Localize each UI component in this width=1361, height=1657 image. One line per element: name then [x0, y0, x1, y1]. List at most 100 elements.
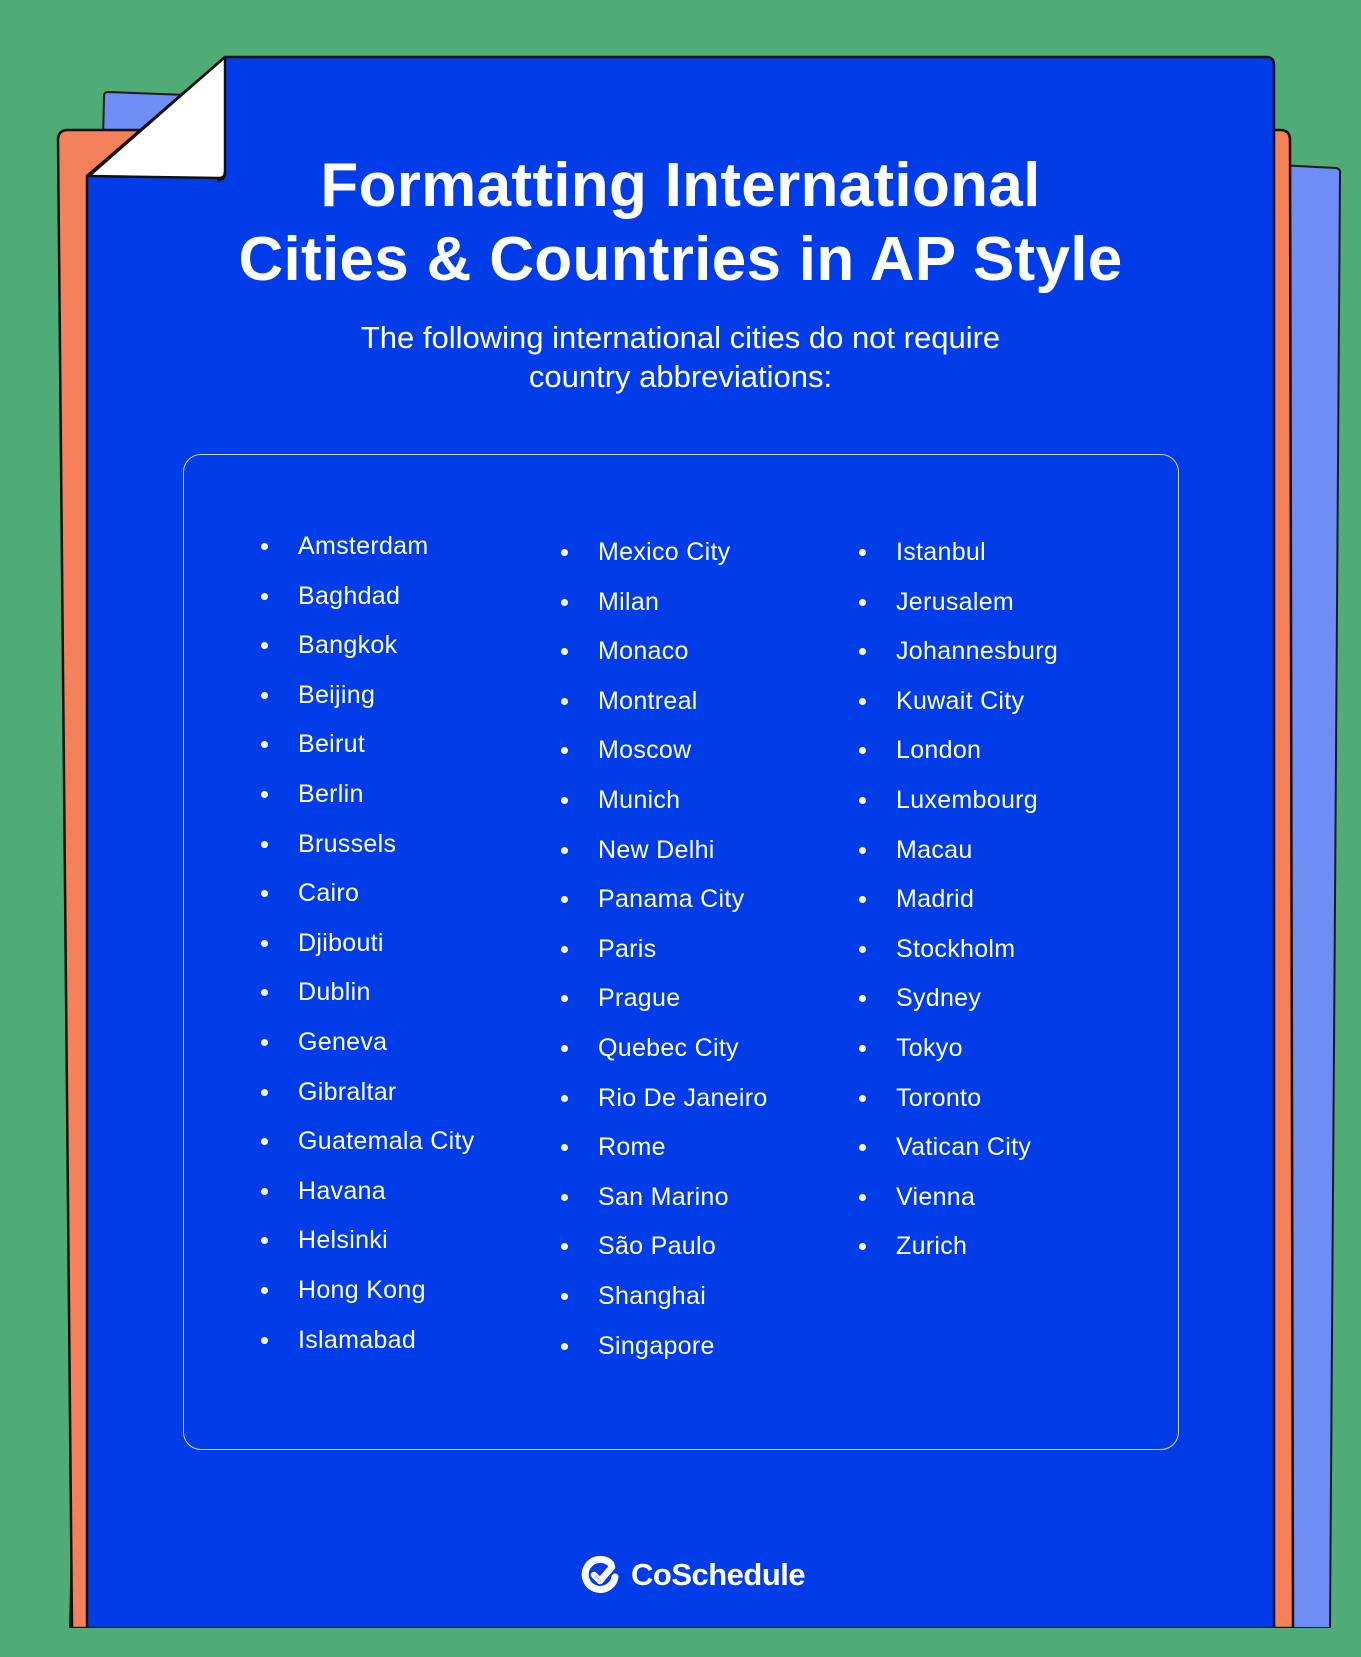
- city-name: Beirut: [298, 730, 366, 759]
- bullet-icon: [561, 598, 568, 606]
- city-list-item: Luxembourg: [859, 785, 1058, 835]
- bullet-icon: [859, 1044, 866, 1052]
- city-list-item: Havana: [261, 1176, 475, 1226]
- city-list-item: Milan: [561, 587, 768, 637]
- city-list-item: Baghdad: [261, 581, 475, 631]
- city-list-item: Vatican City: [859, 1132, 1058, 1182]
- bullet-icon: [261, 1286, 268, 1294]
- bullet-icon: [561, 1342, 568, 1350]
- city-name: Istanbul: [896, 538, 986, 566]
- city-name: Kuwait City: [896, 686, 1025, 715]
- bullet-icon: [261, 1038, 268, 1046]
- checkmark-logo-icon: [581, 1555, 619, 1593]
- city-list-item: Quebec City: [561, 1033, 768, 1083]
- city-name: Rio De Janeiro: [598, 1083, 768, 1112]
- city-list-item: Bangkok: [261, 630, 475, 680]
- city-list-item: Mexico City: [561, 537, 768, 587]
- city-name: Guatemala City: [298, 1127, 475, 1156]
- city-list-item: Stockholm: [859, 934, 1058, 984]
- title-line-1: Formatting International: [320, 151, 1041, 220]
- city-name: Prague: [598, 984, 681, 1013]
- page-title: Formatting International Cities & Countr…: [87, 149, 1274, 297]
- city-name: Baghdad: [298, 581, 401, 610]
- subtitle-line-1: The following international cities do no…: [360, 320, 1001, 355]
- city-name: Djibouti: [298, 928, 384, 957]
- city-name: Vatican City: [896, 1133, 1032, 1162]
- city-list-item: Guatemala City: [261, 1126, 475, 1176]
- city-name: Dublin: [298, 978, 371, 1007]
- city-list-item: Amsterdam: [261, 531, 475, 581]
- bullet-icon: [859, 995, 866, 1003]
- city-name: Munich: [598, 785, 681, 814]
- bullet-icon: [261, 691, 268, 699]
- city-name: São Paulo: [598, 1232, 717, 1261]
- city-name: Monaco: [598, 637, 689, 666]
- bullet-icon: [561, 796, 568, 804]
- bullet-icon: [261, 790, 268, 798]
- city-name: Johannesburg: [896, 637, 1059, 666]
- city-name: London: [896, 736, 982, 765]
- city-name: Amsterdam: [298, 532, 429, 560]
- city-name: Berlin: [298, 779, 364, 808]
- bullet-icon: [261, 1237, 268, 1245]
- city-list-item: Tokyo: [859, 1033, 1058, 1083]
- subtitle: The following international cities do no…: [87, 318, 1274, 396]
- city-list-item: Rio De Janeiro: [561, 1083, 768, 1133]
- city-name: Bangkok: [298, 631, 398, 660]
- city-list-item: Prague: [561, 983, 768, 1033]
- bullet-icon: [261, 890, 268, 898]
- bullet-icon: [261, 1138, 268, 1146]
- city-name: Quebec City: [598, 1033, 739, 1062]
- bullet-icon: [561, 1044, 568, 1052]
- city-name: Sydney: [896, 984, 982, 1013]
- city-name: Cairo: [298, 879, 360, 908]
- city-list-item: Zurich: [859, 1231, 1058, 1281]
- bullet-icon: [561, 1193, 568, 1201]
- city-name: Stockholm: [896, 934, 1016, 963]
- city-list-item: Berlin: [261, 779, 475, 829]
- bullet-icon: [859, 846, 866, 854]
- bullet-icon: [859, 1144, 866, 1152]
- city-list-item: New Delhi: [561, 835, 768, 885]
- bullet-icon: [261, 592, 268, 600]
- city-list-item: San Marino: [561, 1182, 768, 1232]
- city-name: Shanghai: [598, 1281, 707, 1310]
- infographic-sheet: Formatting International Cities & Countr…: [87, 57, 1274, 1657]
- bullet-icon: [859, 648, 866, 656]
- bullet-icon: [561, 747, 568, 755]
- bullet-icon: [561, 1094, 568, 1102]
- city-list-item: Kuwait City: [859, 686, 1058, 736]
- city-list-item: Jerusalem: [859, 587, 1058, 637]
- city-name: Moscow: [598, 736, 692, 765]
- title-line-2: Cities & Countries in AP Style: [238, 225, 1123, 294]
- city-name: New Delhi: [598, 835, 715, 864]
- city-list-item: Johannesburg: [859, 636, 1058, 686]
- city-name: Havana: [298, 1176, 386, 1205]
- city-column-3: Istanbul Jerusalem Johannesburg Kuwait City…: [859, 537, 1058, 1281]
- bullet-icon: [261, 840, 268, 848]
- bullet-icon: [261, 1336, 268, 1344]
- bullet-icon: [859, 598, 866, 606]
- city-list-box: Amsterdam Baghdad Bangkok Beijing Beirut Berl…: [183, 454, 1179, 1450]
- bullet-icon: [859, 796, 866, 804]
- bullet-icon: [261, 1088, 268, 1096]
- city-list-item: Geneva: [261, 1027, 475, 1077]
- city-list-item: Monaco: [561, 636, 768, 686]
- city-list-item: London: [859, 735, 1058, 785]
- city-name: Brussels: [298, 829, 397, 858]
- city-list-item: Hong Kong: [261, 1275, 475, 1325]
- city-name: Montreal: [598, 686, 698, 715]
- city-name: Jerusalem: [896, 587, 1015, 616]
- city-name: Milan: [598, 587, 660, 616]
- bullet-icon: [859, 549, 866, 556]
- bullet-icon: [859, 896, 866, 904]
- city-list-item: Djibouti: [261, 928, 475, 978]
- coschedule-logo: CoSchedule: [581, 1553, 806, 1597]
- bullet-icon: [859, 747, 866, 755]
- city-list-item: Beijing: [261, 680, 475, 730]
- city-column-2: Mexico City Milan Monaco Montreal Moscow Muni…: [561, 537, 768, 1380]
- city-list-item: Madrid: [859, 884, 1058, 934]
- city-name: Panama City: [598, 885, 745, 914]
- city-column-1: Amsterdam Baghdad Bangkok Beijing Beirut Berl…: [261, 531, 475, 1374]
- city-list-item: São Paulo: [561, 1231, 768, 1281]
